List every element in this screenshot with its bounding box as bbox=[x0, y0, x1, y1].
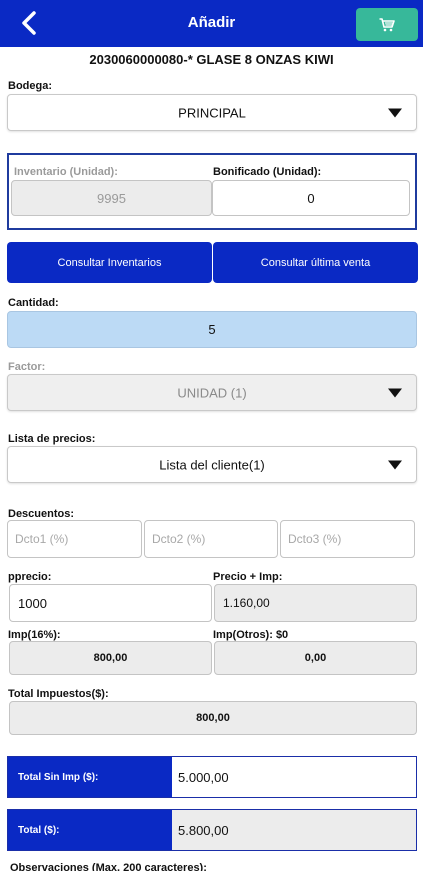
consultar-inventarios-button[interactable]: Consultar Inventarios bbox=[7, 242, 212, 283]
total-sin-imp-row: Total Sin Imp ($): 5.000,00 bbox=[7, 756, 417, 798]
total-sin-imp-label: Total Sin Imp ($): bbox=[8, 757, 172, 797]
descuentos-label: Descuentos: bbox=[8, 508, 75, 520]
lista-precios-value: Lista del cliente(1) bbox=[159, 457, 265, 472]
cantidad-field[interactable]: 5 bbox=[7, 311, 417, 348]
imp-otros-label: Imp(Otros): $0 bbox=[213, 629, 289, 641]
total-impuestos-field: 800,00 bbox=[9, 701, 417, 735]
total-row: Total ($): 5.800,00 bbox=[7, 809, 417, 851]
observaciones-label: Observaciones (Max. 200 caracteres): bbox=[10, 862, 207, 871]
imp16-field: 800,00 bbox=[9, 641, 212, 675]
bodega-label: Bodega: bbox=[8, 80, 52, 92]
imp16-label: Imp(16%): bbox=[8, 629, 61, 641]
total-label: Total ($): bbox=[8, 810, 172, 850]
lista-precios-label: Lista de precios: bbox=[8, 433, 96, 445]
pprecio-input[interactable]: 1000 bbox=[9, 584, 212, 622]
dcto1-input[interactable]: Dcto1 (%) bbox=[7, 520, 142, 558]
consultar-ultima-venta-button[interactable]: Consultar última venta bbox=[213, 242, 418, 283]
cantidad-label: Cantidad: bbox=[8, 297, 59, 309]
factor-label: Factor: bbox=[8, 361, 46, 373]
imp-otros-field: 0,00 bbox=[214, 641, 417, 675]
lista-precios-select[interactable]: Lista del cliente(1) bbox=[7, 446, 417, 483]
factor-select: UNIDAD (1) bbox=[7, 374, 417, 411]
add-to-cart-button[interactable] bbox=[356, 8, 418, 41]
bodega-value: PRINCIPAL bbox=[178, 105, 246, 120]
bonificado-label: Bonificado (Unidad): bbox=[213, 166, 322, 178]
factor-value: UNIDAD (1) bbox=[177, 385, 247, 400]
cart-icon bbox=[379, 17, 395, 31]
dcto2-input[interactable]: Dcto2 (%) bbox=[144, 520, 278, 558]
dcto3-input[interactable]: Dcto3 (%) bbox=[280, 520, 415, 558]
total-impuestos-label: Total Impuestos($): bbox=[8, 688, 109, 700]
product-name: 2030060000080-* GLASE 8 ONZAS KIWI bbox=[89, 52, 334, 67]
pprecio-label: pprecio: bbox=[8, 571, 52, 583]
bonificado-field[interactable]: 0 bbox=[212, 180, 410, 216]
inventario-label: Inventario (Unidad): bbox=[14, 166, 118, 178]
precio-imp-label: Precio + Imp: bbox=[213, 571, 283, 583]
bodega-select[interactable]: PRINCIPAL bbox=[7, 94, 417, 131]
dropdown-arrow-icon bbox=[388, 388, 402, 397]
total-sin-imp-value: 5.000,00 bbox=[172, 757, 416, 797]
top-bar: Añadir bbox=[0, 0, 423, 47]
total-value: 5.800,00 bbox=[172, 810, 416, 850]
dropdown-arrow-icon bbox=[388, 460, 402, 469]
dropdown-arrow-icon bbox=[388, 108, 402, 117]
inventario-field: 9995 bbox=[11, 180, 212, 216]
precio-imp-field: 1.160,00 bbox=[214, 584, 417, 622]
